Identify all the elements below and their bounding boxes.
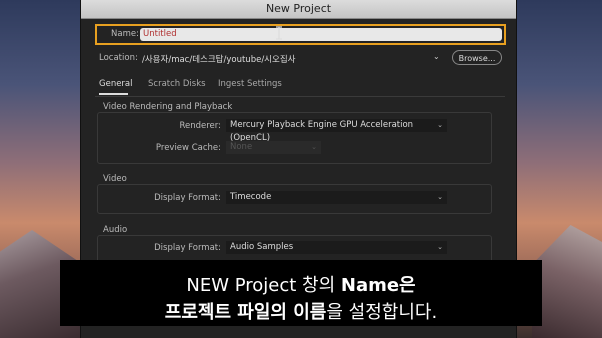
audio-display-format-select[interactable]: Audio Samples ⌄ bbox=[226, 241, 447, 254]
active-tab-indicator bbox=[99, 93, 128, 95]
preview-cache-value: None bbox=[230, 142, 253, 152]
text-cursor-icon bbox=[276, 26, 282, 40]
section-title-audio: Audio bbox=[103, 225, 128, 235]
section-title-video-rendering: Video Rendering and Playback bbox=[103, 102, 233, 112]
preview-cache-label: Preview Cache: bbox=[155, 143, 221, 153]
audio-display-format-label: Display Format: bbox=[154, 243, 221, 253]
video-display-format-select[interactable]: Timecode ⌄ bbox=[226, 191, 447, 204]
caption-line-2: 프로젝트 파일의 이름을 설정합니다. bbox=[60, 298, 542, 324]
caption-line-2-regular: 을 설정합니다. bbox=[326, 302, 438, 323]
name-label: Name: bbox=[111, 29, 139, 39]
chevron-down-icon: ⌄ bbox=[437, 193, 443, 201]
video-display-format-value: Timecode bbox=[230, 192, 272, 202]
chevron-down-icon[interactable]: ⌄ bbox=[433, 52, 440, 61]
caption-line-1-bold: Name은 bbox=[340, 275, 416, 296]
location-select[interactable]: /사용자/mac/데스크탑/youtube/시오집사 bbox=[142, 53, 295, 65]
dialog-title: New Project bbox=[81, 0, 516, 19]
renderer-label: Renderer: bbox=[179, 121, 221, 131]
renderer-select[interactable]: Mercury Playback Engine GPU Acceleration… bbox=[226, 119, 447, 143]
caption-line-1-regular: NEW Project 창의 bbox=[186, 275, 341, 296]
tab-ingest-settings[interactable]: Ingest Settings bbox=[218, 79, 282, 89]
chevron-down-icon: ⌄ bbox=[311, 143, 317, 151]
preview-cache-select: None ⌄ bbox=[226, 141, 321, 154]
mountain-right bbox=[532, 225, 602, 338]
tab-scratch-disks[interactable]: Scratch Disks bbox=[148, 79, 206, 89]
video-display-format-label: Display Format: bbox=[154, 193, 221, 203]
tab-general[interactable]: General bbox=[99, 79, 133, 89]
name-row-highlight: Name: Untitled bbox=[95, 24, 506, 45]
tab-divider bbox=[95, 96, 505, 97]
caption-line-2-bold: 프로젝트 파일의 이름 bbox=[164, 302, 327, 323]
chevron-down-icon: ⌄ bbox=[437, 243, 443, 251]
browse-button[interactable]: Browse... bbox=[452, 50, 502, 65]
subtitle-caption: NEW Project 창의 Name은 프로젝트 파일의 이름을 설정합니다. bbox=[60, 260, 542, 326]
section-title-video: Video bbox=[103, 174, 127, 184]
audio-display-format-value: Audio Samples bbox=[230, 242, 294, 252]
caption-line-1: NEW Project 창의 Name은 bbox=[60, 271, 542, 297]
location-label: Location: bbox=[99, 53, 138, 63]
chevron-down-icon: ⌄ bbox=[437, 121, 443, 129]
project-name-input[interactable]: Untitled bbox=[140, 28, 502, 41]
